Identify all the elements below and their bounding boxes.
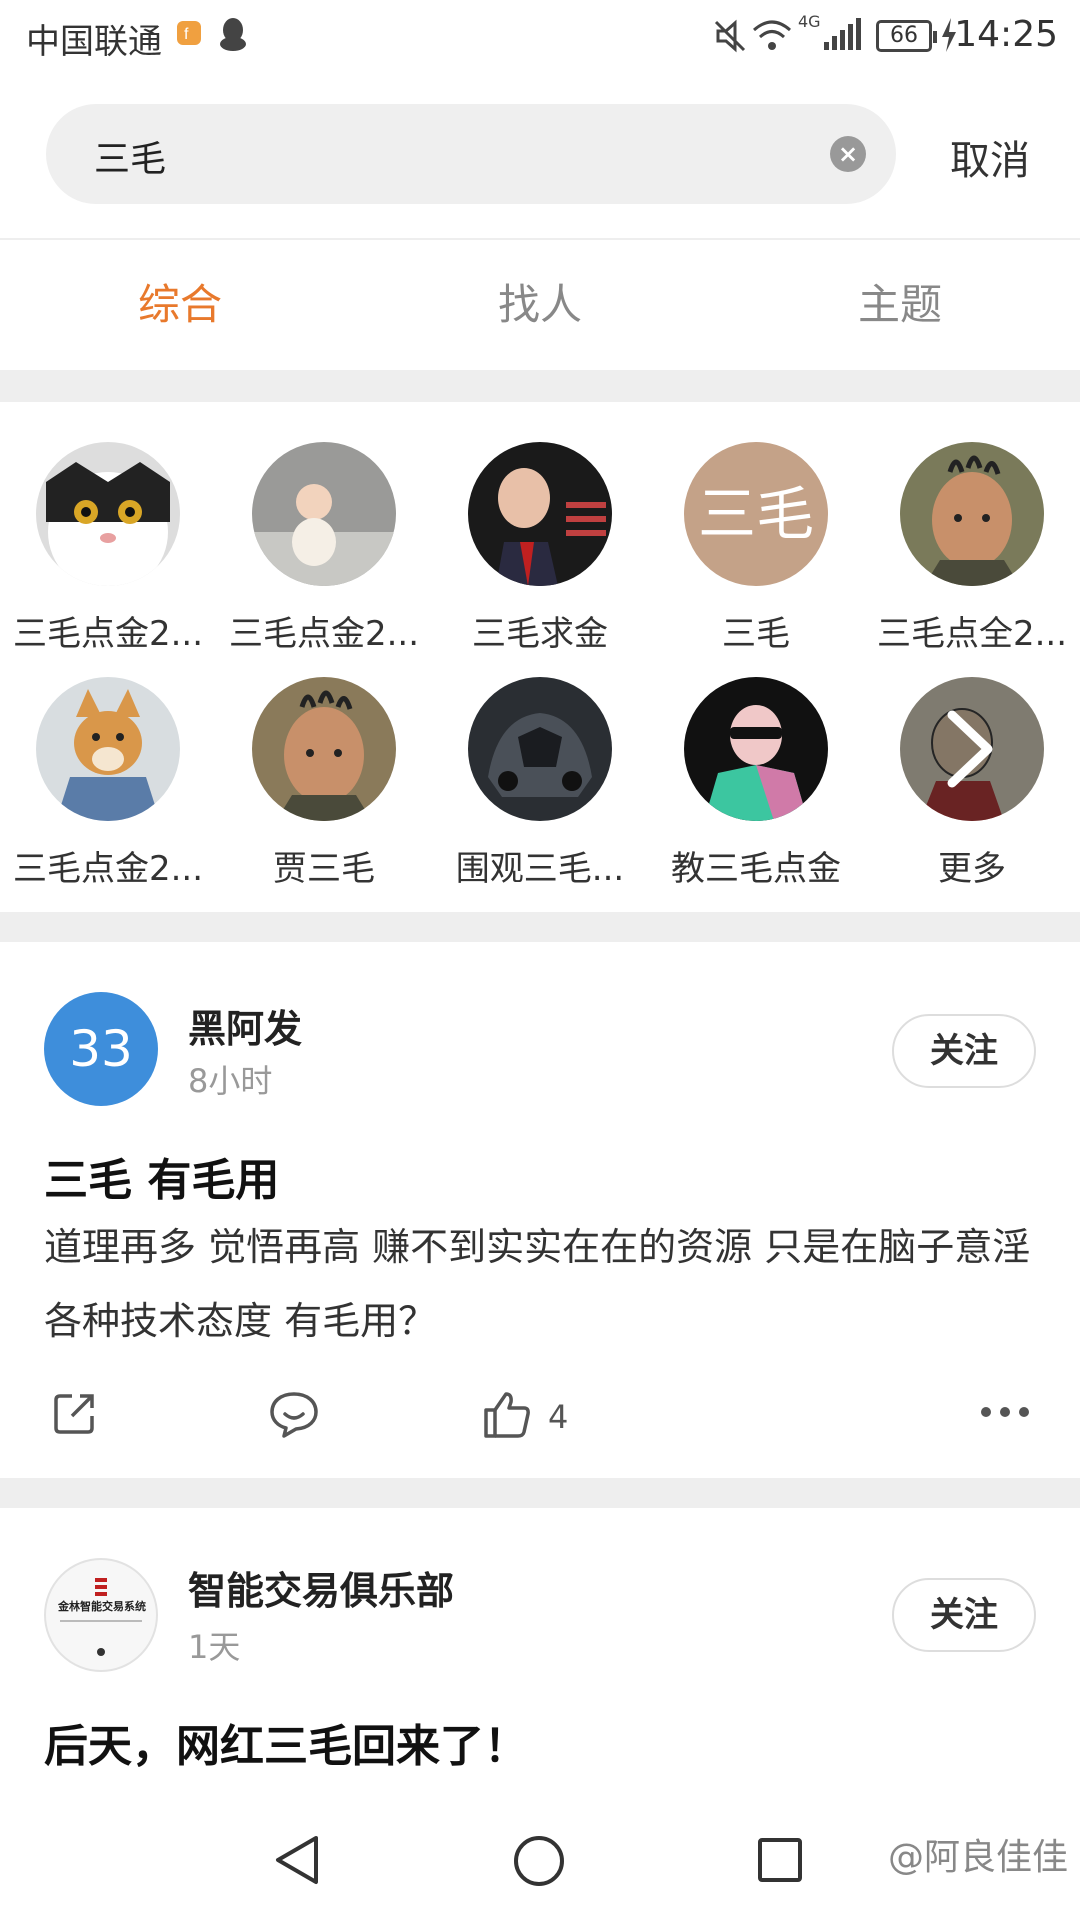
share-icon[interactable]	[50, 1390, 98, 1442]
follow-button[interactable]: 关注	[892, 1014, 1036, 1088]
mute-icon	[712, 18, 748, 58]
user-item[interactable]: 三毛点金2...	[0, 402, 216, 654]
chevron-right-icon	[940, 707, 1000, 810]
post-time: 1天	[188, 1628, 241, 1666]
user-avatar: 三毛	[684, 442, 828, 586]
user-item[interactable]: 三毛 三毛	[648, 402, 864, 654]
like-icon[interactable]	[482, 1390, 532, 1444]
watermark: @阿良佳佳	[887, 1837, 1068, 1878]
user-name: 教三毛点金	[671, 849, 841, 889]
status-bar: 中国联通 f 4G 66 14:25	[0, 0, 1080, 76]
user-avatar	[252, 442, 396, 586]
qq-penguin-icon	[218, 16, 248, 56]
post-title: 三毛 有毛用	[44, 1155, 280, 1206]
more-options-icon[interactable]	[980, 1404, 1030, 1424]
clock: 14:25	[954, 14, 1058, 55]
section-gap	[0, 1478, 1080, 1508]
svg-text:f: f	[184, 26, 189, 43]
tab-comprehensive[interactable]: 综合	[0, 240, 360, 370]
author-name[interactable]: 智能交易俱乐部	[188, 1560, 454, 1615]
battery-indicator: 66	[876, 20, 937, 52]
post-time: 8小时	[188, 1062, 273, 1100]
tab-topics[interactable]: 主题	[720, 240, 1080, 370]
user-grid: 三毛点金2... 三毛点金2... 三毛求金 三毛 三毛 三毛点全2... 三毛…	[0, 402, 1080, 912]
carrier-label: 中国联通	[26, 22, 162, 62]
logo-text: 金林智能交易系统	[58, 1600, 146, 1613]
search-row: 三毛 × 取消	[0, 104, 1080, 208]
home-icon[interactable]	[512, 1834, 566, 1892]
comment-icon[interactable]	[268, 1390, 320, 1444]
user-avatar	[36, 442, 180, 586]
post-card[interactable]: 金林智能交易系统 智能交易俱乐部 1天 关注 后天，网红三毛回来了！	[0, 1508, 1080, 1790]
follow-button[interactable]: 关注	[892, 1578, 1036, 1652]
author-name[interactable]: 黑阿发	[188, 998, 302, 1053]
app-notification-icon: f	[176, 20, 202, 50]
section-gap	[0, 370, 1080, 402]
tab-bar: 综合 找人 主题	[0, 240, 1080, 370]
author-avatar[interactable]: 金林智能交易系统	[44, 1558, 158, 1672]
like-count: 4	[548, 1398, 569, 1436]
user-item[interactable]: 教三毛点金	[648, 637, 864, 889]
signal-icon	[822, 18, 862, 56]
system-nav-bar: @阿良佳佳	[0, 1790, 1080, 1920]
user-item[interactable]: 三毛点金2...	[216, 402, 432, 654]
avatar-text: 三毛	[684, 442, 828, 586]
user-name: 围观三毛...	[455, 849, 625, 889]
cancel-button[interactable]: 取消	[950, 128, 1030, 186]
user-avatar	[684, 677, 828, 821]
tab-people[interactable]: 找人	[360, 240, 720, 370]
user-avatar	[252, 677, 396, 821]
user-avatar	[900, 677, 1044, 821]
network-type-label: 4G	[798, 12, 821, 31]
user-avatar	[468, 442, 612, 586]
more-users-button[interactable]: 更多	[864, 637, 1080, 889]
post-body: 道理再多 觉悟再高 赚不到实实在在的资源 只是在脑子意淫各种技术态度 有毛用？	[44, 1225, 1031, 1343]
user-item[interactable]: 三毛点全2...	[864, 402, 1080, 654]
user-item[interactable]: 三毛点金2...	[0, 637, 216, 889]
author-avatar[interactable]: 33	[44, 992, 158, 1106]
post-title: 后天，网红三毛回来了！	[44, 1721, 528, 1772]
user-item[interactable]: 贾三毛	[216, 637, 432, 889]
user-name: 贾三毛	[273, 849, 375, 889]
user-avatar	[900, 442, 1044, 586]
section-gap	[0, 912, 1080, 942]
recents-icon[interactable]	[756, 1836, 804, 1888]
back-icon[interactable]	[272, 1834, 322, 1890]
user-avatar	[36, 677, 180, 821]
user-name: 更多	[938, 849, 1006, 889]
wifi-icon	[752, 18, 792, 56]
clear-icon[interactable]: ×	[830, 136, 866, 172]
post-card[interactable]: 33 黑阿发 8小时 关注 三毛 有毛用 道理再多 觉悟再高 赚不到实实在在的资…	[0, 942, 1080, 1478]
search-query: 三毛	[94, 139, 167, 180]
search-input[interactable]: 三毛 ×	[46, 104, 896, 204]
user-item[interactable]: 三毛求金	[432, 402, 648, 654]
user-name: 三毛点金2...	[12, 849, 204, 889]
user-avatar	[468, 677, 612, 821]
user-item[interactable]: 围观三毛...	[432, 637, 648, 889]
